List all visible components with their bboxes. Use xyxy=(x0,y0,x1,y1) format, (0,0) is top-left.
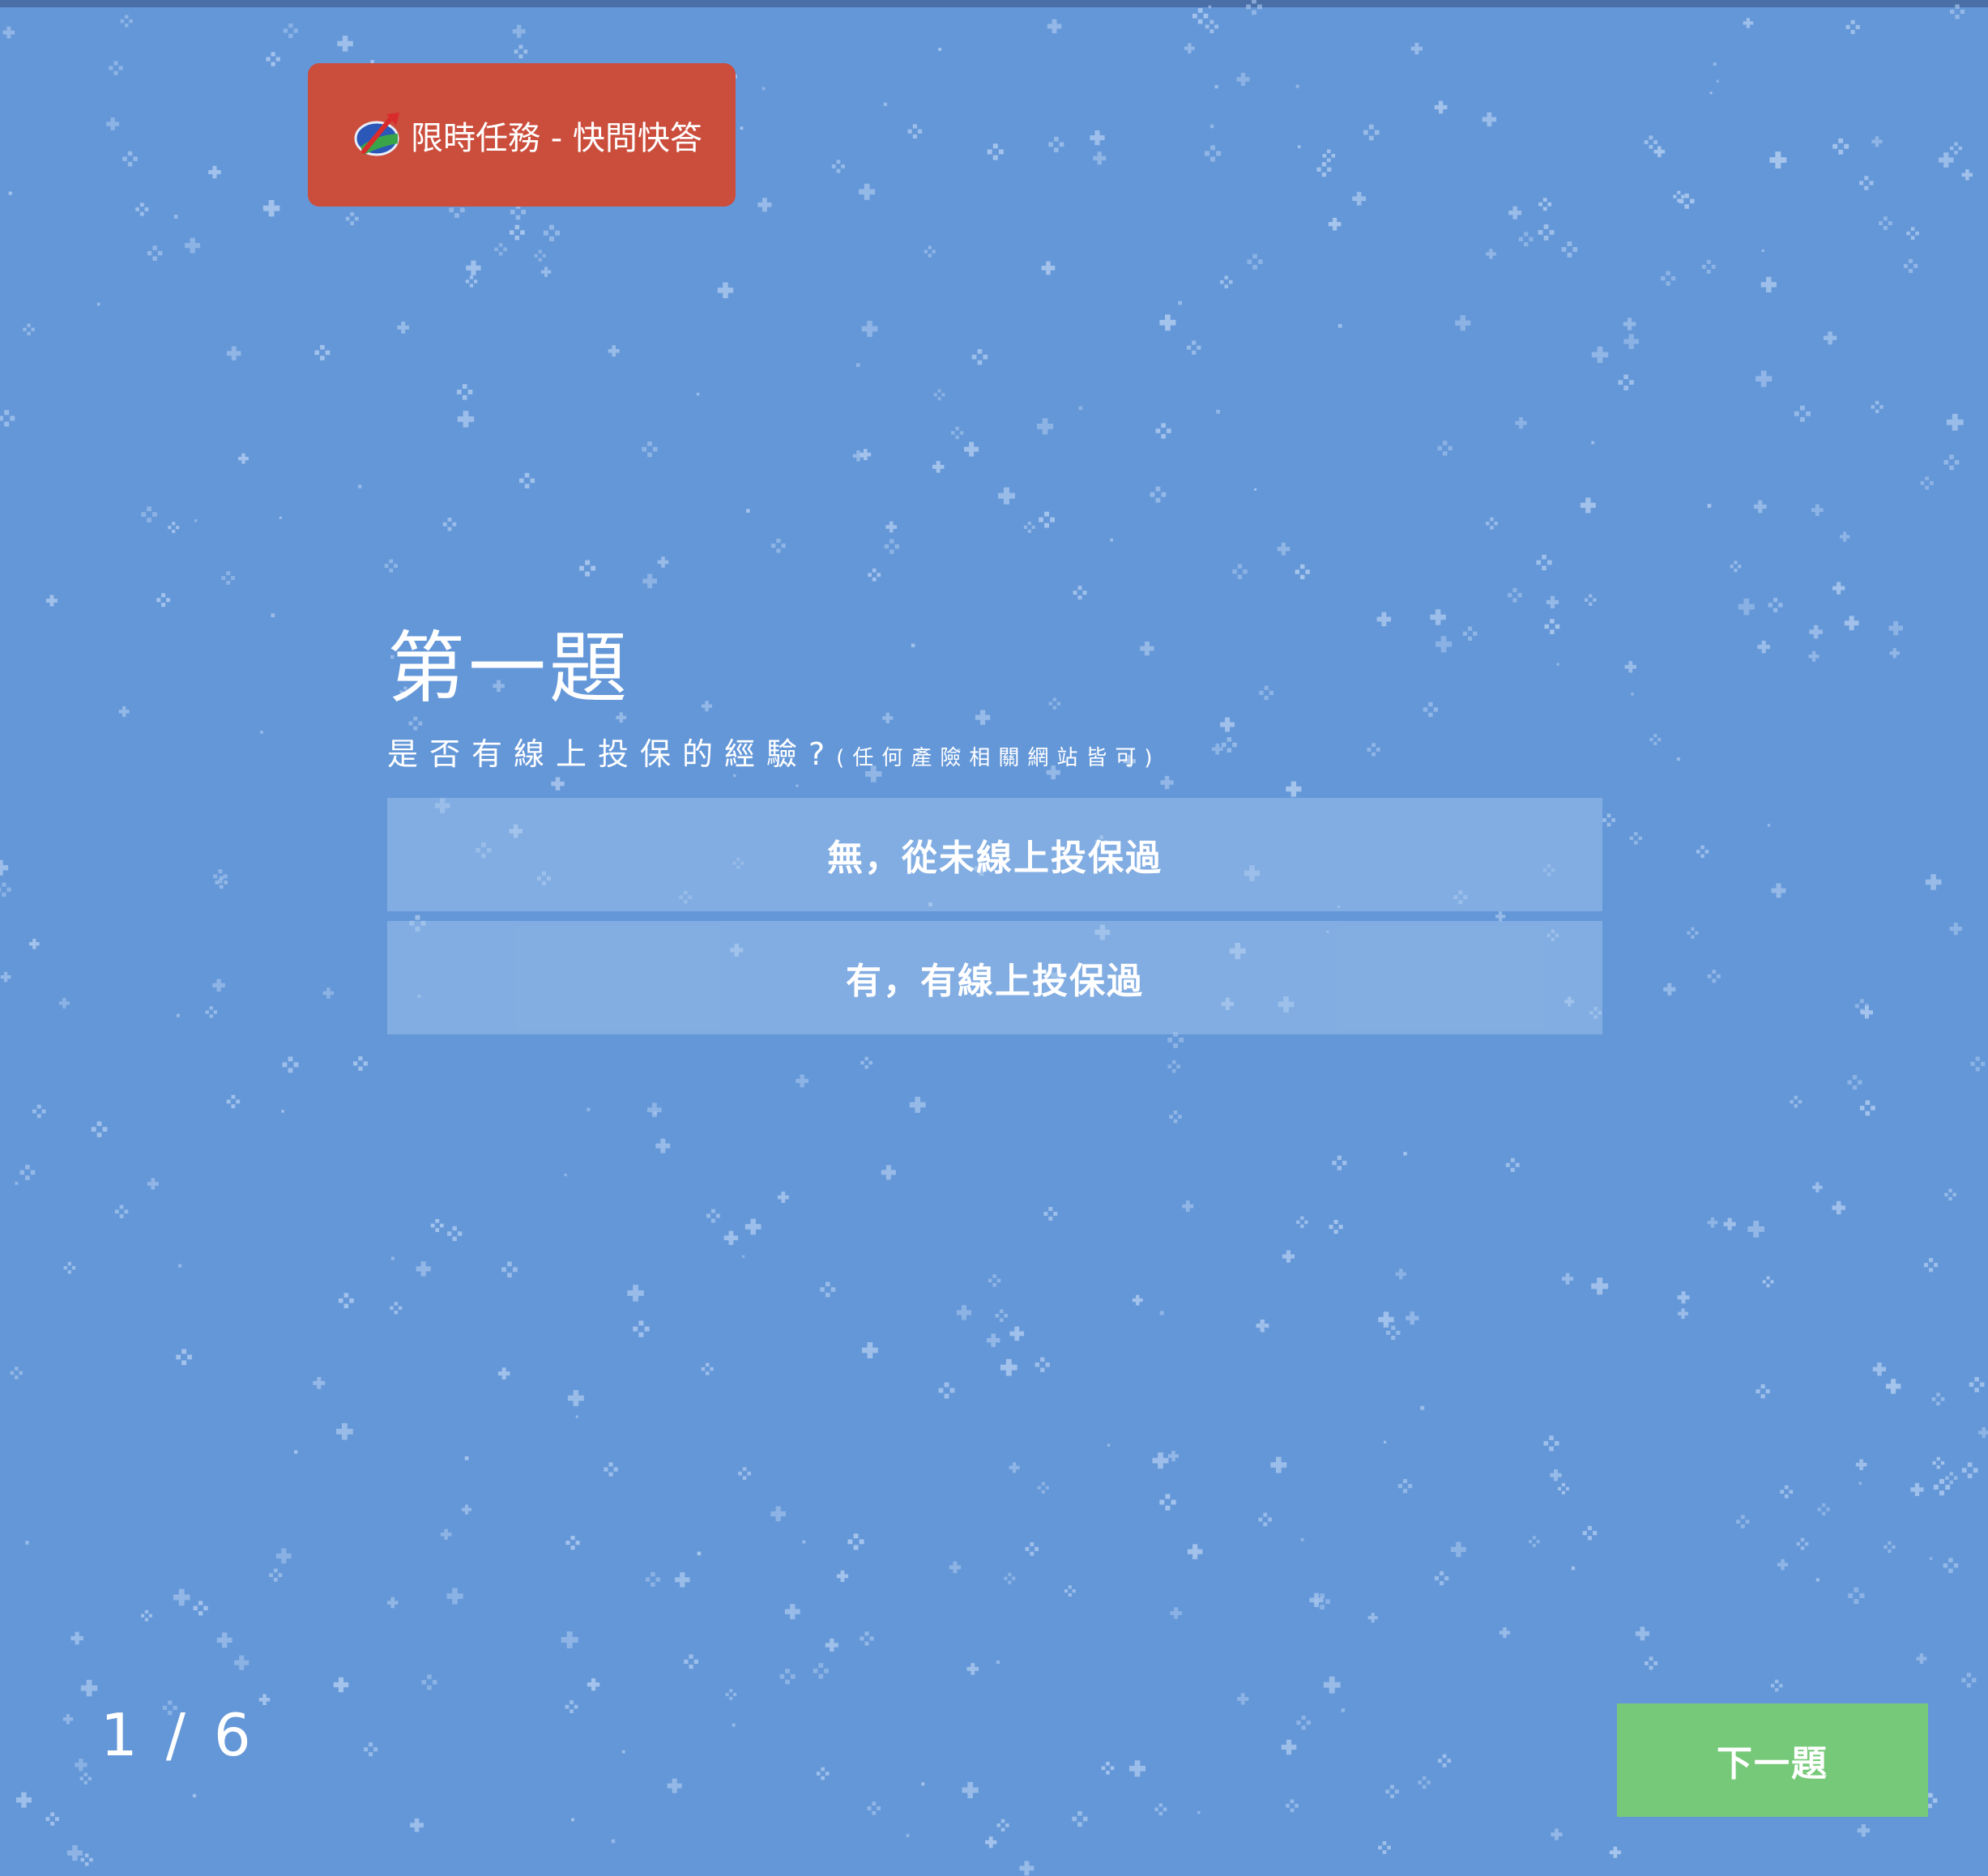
answer-option-no[interactable]: 無，從未線上投保過 xyxy=(387,798,1602,911)
top-bar xyxy=(0,0,1988,7)
question-note: (任何產險相關網站皆可) xyxy=(836,746,1161,770)
question-line: 是否有線上投保的經驗?(任何產險相關網站皆可) xyxy=(387,729,1160,774)
answer-option-label: 無，從未線上投保過 xyxy=(827,838,1163,879)
next-question-button[interactable]: 下一題 xyxy=(1617,1703,1928,1817)
next-question-label: 下一題 xyxy=(1717,1743,1828,1784)
header-badge: 限時任務 - 快問快答 xyxy=(308,63,736,207)
header-title: 限時任務 - 快問快答 xyxy=(411,119,702,157)
answer-option-yes[interactable]: 有，有線上投保過 xyxy=(387,921,1602,1034)
question-text: 是否有線上投保的經驗? xyxy=(387,736,837,772)
question-number: 第一題 xyxy=(387,623,630,714)
globe-arrow-logo-icon xyxy=(354,112,399,156)
answer-option-label: 有，有線上投保過 xyxy=(846,961,1144,1002)
progress-indicator: 1 / 6 xyxy=(100,1701,256,1769)
